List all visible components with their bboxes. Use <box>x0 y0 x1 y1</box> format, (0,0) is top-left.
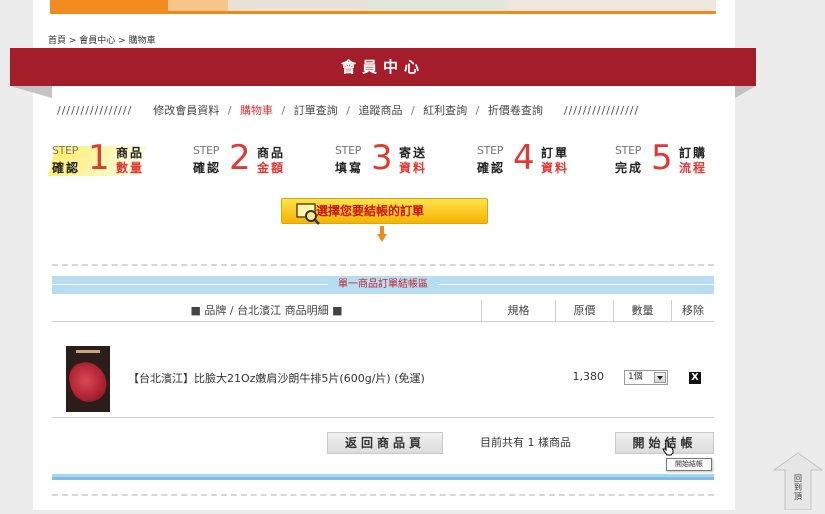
zone-header: 單一商品訂單結帳區 <box>52 276 714 294</box>
ribbon-fold-right <box>735 86 756 98</box>
breadcrumb-member[interactable]: 會員中心 <box>79 36 115 46</box>
ribbon-fold-left <box>10 86 52 98</box>
step-label-left: 確認 <box>52 161 81 175</box>
back-to-products-button[interactable]: 返回商品頁 <box>327 432 443 454</box>
step-number: 5 <box>651 138 673 178</box>
divider <box>52 264 714 266</box>
step-4: STEP 確認 4 訂單 資料 <box>477 138 587 182</box>
nav-item-coupons[interactable]: 折價卷查詢 <box>488 104 543 117</box>
arrow-down-icon <box>377 226 387 242</box>
choose-order-banner: 選擇您要結帳的訂單 <box>281 198 488 225</box>
step-label-bottom: 金額 <box>257 161 286 175</box>
member-nav: //////////////// 修改會員資料 / 購物車 / 訂單查詢 / 追… <box>57 102 712 118</box>
nav-item-edit-profile[interactable]: 修改會員資料 <box>153 104 219 117</box>
step-word: STEP <box>52 144 79 157</box>
step-word: STEP <box>193 144 220 157</box>
back-to-top-label: 回到頂 <box>794 474 802 501</box>
quantity-value: 1個 <box>628 372 643 382</box>
step-word: STEP <box>477 144 504 157</box>
step-word: STEP <box>335 144 362 157</box>
banner-segment <box>508 0 716 11</box>
nav-item-bonus[interactable]: 紅利查詢 <box>423 104 467 117</box>
choose-order-text: 選擇您要結帳的訂單 <box>316 204 425 218</box>
banner-segment <box>228 0 368 11</box>
thumbnail-label <box>76 350 100 353</box>
hand-cursor-icon <box>662 440 674 456</box>
banner-segment <box>168 0 228 11</box>
nav-item-orders[interactable]: 訂單查詢 <box>294 104 338 117</box>
cart-table-header: ■ 品牌 / 台北濱江 商品明細 ■ 規格 原價 數量 移除 <box>52 300 714 322</box>
header-qty: 數量 <box>614 300 672 322</box>
step-label-bottom: 資料 <box>399 161 428 175</box>
breadcrumb: 首頁 > 會員中心 > 購物車 <box>48 33 156 46</box>
step-number: 4 <box>513 138 535 178</box>
step-label-bottom: 數量 <box>116 161 145 175</box>
step-label-left: 完成 <box>615 161 644 175</box>
nav-separator: / <box>227 104 232 117</box>
quantity-select[interactable]: 1個 <box>624 370 668 385</box>
remove-button[interactable]: X <box>689 372 701 384</box>
divider <box>52 494 714 496</box>
step-label-bottom: 流程 <box>679 161 708 175</box>
product-name[interactable]: 【台北濱江】比臉大21Oz嫩肩沙朗牛排5片(600g/片) (免運) <box>128 370 425 386</box>
header-remove: 移除 <box>682 304 704 317</box>
nav-item-cart[interactable]: 購物車 <box>240 104 273 117</box>
breadcrumb-separator: > <box>66 36 80 46</box>
header-price: 原價 <box>556 300 614 322</box>
step-label-left: 確認 <box>477 161 506 175</box>
step-1: STEP 確認 1 商品 數量 <box>47 138 162 182</box>
step-5: STEP 完成 5 訂購 流程 <box>615 138 725 182</box>
header-product: ■ 品牌 / 台北濱江 商品明細 ■ <box>52 300 482 322</box>
step-label-left: 確認 <box>193 161 222 175</box>
page-title-bar: 會員中心 <box>10 48 756 86</box>
zone-label: 單一商品訂單結帳區 <box>328 279 438 290</box>
step-number: 2 <box>229 138 251 178</box>
product-price: 1,380 <box>572 370 605 383</box>
nav-decoration: //////////////// <box>563 104 640 117</box>
nav-item-tracking[interactable]: 追蹤商品 <box>358 104 402 117</box>
cart-summary: 目前共有 1 樣商品 <box>480 436 571 449</box>
breadcrumb-cart: 購物車 <box>128 36 156 46</box>
nav-separator: / <box>410 104 415 117</box>
step-label-left: 填寫 <box>335 161 364 175</box>
nav-separator: / <box>346 104 350 117</box>
breadcrumb-home[interactable]: 首頁 <box>48 36 66 46</box>
step-2: STEP 確認 2 商品 金額 <box>193 138 303 182</box>
step-number: 3 <box>371 138 393 178</box>
nav-decoration: //////////////// <box>57 104 133 117</box>
nav-separator: / <box>475 104 480 117</box>
chevron-down-icon[interactable] <box>654 372 666 383</box>
step-word: STEP <box>615 144 642 157</box>
steak-image <box>66 358 110 406</box>
nav-separator: / <box>281 104 286 117</box>
back-to-top-button[interactable]: 回到頂 <box>772 452 824 511</box>
step-3: STEP 填寫 3 寄送 資料 <box>335 138 445 182</box>
header-spec: 規格 <box>482 300 556 322</box>
table-footer-bar <box>52 474 714 480</box>
banner-segment <box>50 0 168 11</box>
checkout-steps: STEP 確認 1 商品 數量 STEP 確認 2 商品 金額 STEP 填寫 … <box>47 138 725 182</box>
banner-segment <box>368 0 508 11</box>
product-thumbnail[interactable] <box>66 346 110 412</box>
step-label-bottom: 資料 <box>541 161 570 175</box>
page-title: 會員中心 <box>340 58 425 76</box>
step-number: 1 <box>88 138 110 178</box>
breadcrumb-separator: > <box>115 36 129 46</box>
checkout-tooltip: 開始結帳 <box>666 458 712 471</box>
top-banner[interactable] <box>50 0 716 14</box>
table-row: 【台北濱江】比臉大21Oz嫩肩沙朗牛排5片(600g/片) (免運) 1,380… <box>52 330 714 418</box>
